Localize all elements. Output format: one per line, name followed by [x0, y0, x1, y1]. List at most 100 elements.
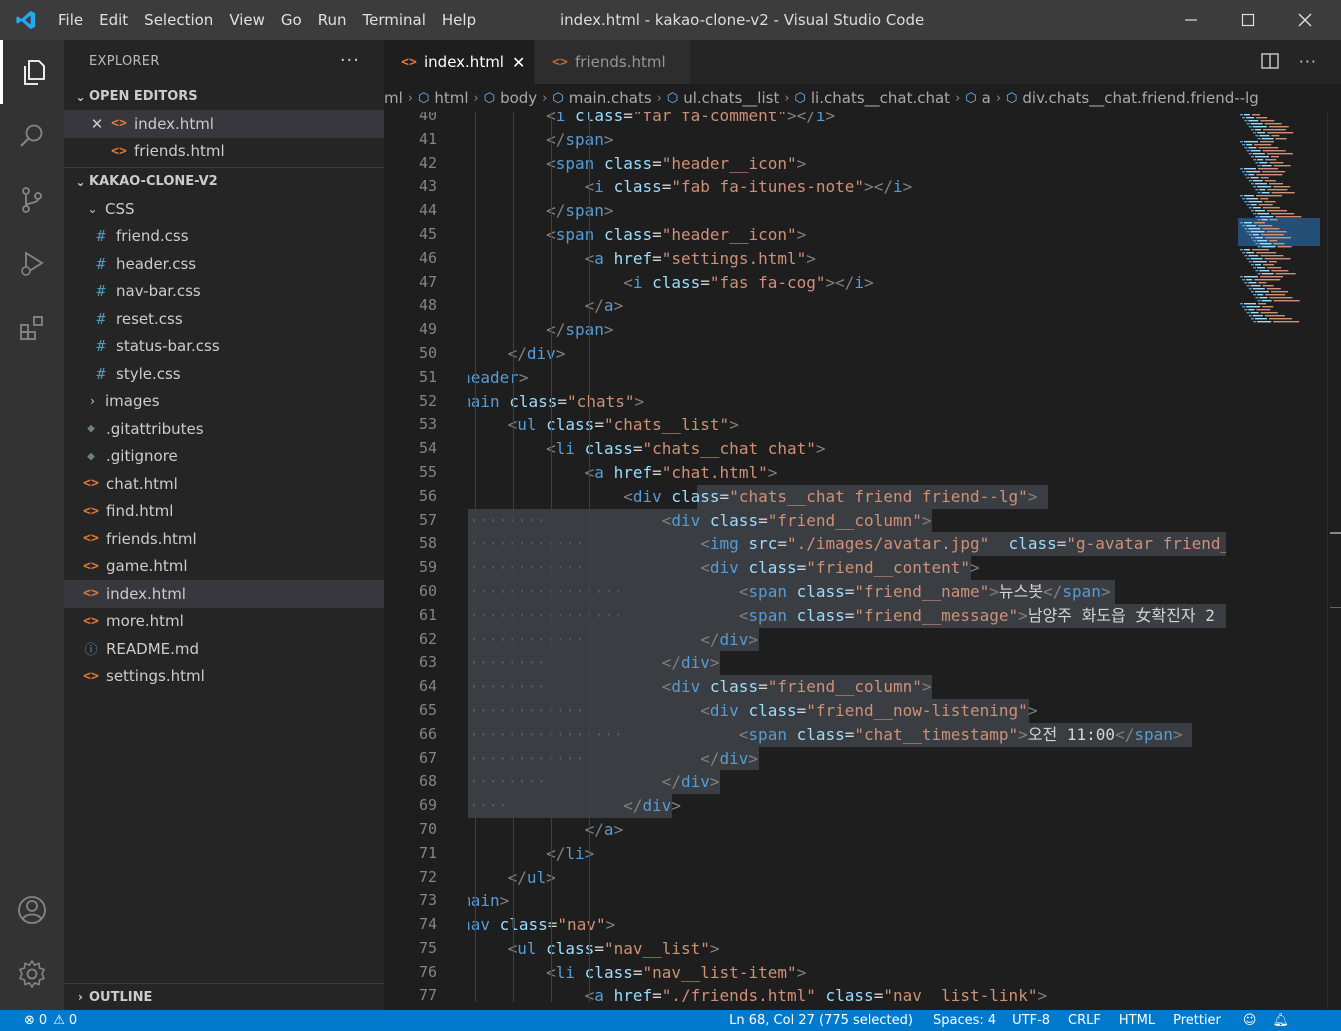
run-debug-activity[interactable] — [0, 232, 64, 296]
code-line[interactable]: main class="chats"> — [468, 390, 1226, 414]
feedback-icon[interactable]: ☺ — [1243, 1013, 1257, 1028]
breadcrumb-item[interactable]: a — [982, 89, 991, 107]
minimap[interactable] — [1230, 112, 1326, 1010]
file-item[interactable]: # reset.css — [64, 305, 384, 333]
explorer-activity[interactable] — [0, 40, 64, 104]
menu-view[interactable]: View — [221, 0, 273, 40]
code-line[interactable]: nav class="nav"> — [468, 913, 1226, 937]
warning-count[interactable]: 0 — [69, 1013, 77, 1028]
breadcrumb-item[interactable]: html — [434, 89, 468, 107]
menu-go[interactable]: Go — [273, 0, 310, 40]
menu-run[interactable]: Run — [310, 0, 355, 40]
file-item[interactable]: # nav-bar.css — [64, 278, 384, 306]
end-of-line[interactable]: CRLF — [1068, 1013, 1101, 1028]
search-activity[interactable] — [0, 104, 64, 168]
code-line[interactable]: ···················· <div class="friend_… — [468, 698, 1226, 723]
code-line[interactable]: </ul> — [468, 866, 1226, 890]
code-line[interactable]: ················ </div> — [468, 770, 1226, 795]
breadcrumb-item[interactable]: ml — [384, 89, 403, 107]
error-icon[interactable]: ⊗ — [24, 1013, 35, 1028]
warning-icon[interactable]: ⚠ — [53, 1013, 65, 1028]
file-item[interactable]: # style.css — [64, 360, 384, 388]
menu-terminal[interactable]: Terminal — [355, 0, 434, 40]
file-item[interactable]: <> game.html — [64, 553, 384, 581]
tab-index-html[interactable]: <> index.html ✕ — [384, 40, 534, 84]
code-line[interactable]: ················ <div class="friend__col… — [468, 675, 1226, 699]
cursor-position[interactable]: Ln 68, Col 27 (775 selected) — [729, 1013, 913, 1028]
code-line[interactable]: </a> — [468, 294, 1226, 318]
code-line[interactable]: main> — [468, 889, 1226, 913]
file-item[interactable]: # friend.css — [64, 223, 384, 251]
error-count[interactable]: 0 — [39, 1013, 47, 1028]
code-line[interactable]: ················ </div> — [468, 651, 1226, 676]
vertical-scrollbar[interactable] — [1327, 112, 1341, 1010]
close-tab-icon[interactable]: ✕ — [512, 53, 525, 72]
file-item[interactable]: <> find.html — [64, 498, 384, 526]
close-window-button[interactable] — [1276, 0, 1334, 40]
encoding[interactable]: UTF-8 — [1012, 1013, 1050, 1028]
code-line[interactable]: <i class="fab fa-itunes-note"></i> — [468, 175, 1226, 199]
code-line[interactable]: ···················· </div> — [468, 627, 1226, 652]
file-item[interactable]: # header.css — [64, 250, 384, 278]
code-line[interactable]: ···················· </div> — [468, 746, 1226, 771]
code-line[interactable]: <ul class="chats__list"> — [468, 413, 1226, 437]
code-line[interactable]: <li class="chats__chat chat"> — [468, 437, 1226, 461]
breadcrumb-item[interactable]: ul.chats__list — [683, 89, 779, 107]
code-line[interactable]: <span class="header__icon"> — [468, 223, 1226, 247]
outline-section[interactable]: › OUTLINE — [64, 983, 384, 1010]
file-item[interactable]: ◆ .gitignore — [64, 443, 384, 471]
code-line[interactable]: <ul class="nav__list"> — [468, 937, 1226, 961]
file-item[interactable]: ⓘ README.md — [64, 635, 384, 663]
file-item[interactable]: <> more.html — [64, 608, 384, 636]
more-actions-icon[interactable]: ··· — [340, 50, 360, 71]
prettier-status[interactable]: Prettier — [1173, 1013, 1221, 1028]
code-line[interactable]: ············ </div> — [468, 794, 1226, 818]
code-line[interactable]: <a href="./friends.html" class="nav__lis… — [468, 984, 1226, 1002]
code-line[interactable]: <i class="fas fa-cog"></i> — [468, 271, 1226, 295]
open-editor-item[interactable]: ✕ <> index.html — [64, 110, 384, 138]
breadcrumb-item[interactable]: main.chats — [569, 89, 652, 107]
extensions-activity[interactable] — [0, 296, 64, 360]
code-line[interactable]: </div> — [468, 342, 1226, 366]
menu-edit[interactable]: Edit — [91, 0, 136, 40]
open-editors-section[interactable]: ⌄ OPEN EDITORS — [64, 83, 384, 110]
menu-selection[interactable]: Selection — [136, 0, 221, 40]
folder-item-images[interactable]: › images — [64, 388, 384, 416]
language-mode[interactable]: HTML — [1119, 1013, 1155, 1028]
code-area[interactable]: <i class="far fa-comment"></i> </span> <… — [468, 112, 1226, 1002]
code-line[interactable]: header> — [468, 366, 1226, 390]
code-line[interactable]: <i class="far fa-comment"></i> — [468, 112, 1226, 128]
source-control-activity[interactable] — [0, 168, 64, 232]
file-item[interactable]: <> friends.html — [64, 525, 384, 553]
code-line[interactable]: <li class="nav__list-item"> — [468, 961, 1226, 985]
file-item[interactable]: ◆ .gitattributes — [64, 415, 384, 443]
code-line[interactable]: <a href="chat.html"> — [468, 461, 1226, 485]
code-line[interactable]: <a href="settings.html"> — [468, 247, 1226, 271]
breadcrumb-item[interactable]: li.chats__chat.chat — [811, 89, 950, 107]
manage-activity[interactable] — [0, 942, 64, 1006]
code-line[interactable]: </span> — [468, 199, 1226, 223]
file-item-selected[interactable]: <> index.html — [64, 580, 384, 608]
code-line[interactable]: </li> — [468, 842, 1226, 866]
breadcrumb-item[interactable]: body — [500, 89, 537, 107]
menu-file[interactable]: File — [50, 0, 91, 40]
code-line[interactable]: <div class="chats__chat friend friend--l… — [468, 484, 1226, 509]
code-line[interactable]: ························ <span class="fr… — [468, 579, 1226, 604]
minimize-button[interactable] — [1162, 0, 1220, 40]
file-item[interactable]: <> settings.html — [64, 663, 384, 691]
code-editor[interactable]: 40 41 42 43 44 45 46 47 48 49 50 51 52 53 54 55 56 57 58 59… — [384, 112, 1341, 1010]
code-line[interactable]: </span> — [468, 318, 1226, 342]
menu-help[interactable]: Help — [434, 0, 484, 40]
notifications-bell-icon[interactable]: 🔔︎ — [1272, 1013, 1289, 1028]
file-item[interactable]: # status-bar.css — [64, 333, 384, 361]
indentation[interactable]: Spaces: 4 — [933, 1013, 996, 1028]
code-line[interactable]: ················ <div class="friend__col… — [468, 508, 1226, 533]
accounts-activity[interactable] — [0, 878, 64, 942]
breadcrumb-item[interactable]: div.chats__chat.friend.friend--lg — [1022, 89, 1258, 107]
code-line[interactable]: </a> — [468, 818, 1226, 842]
code-line[interactable]: </span> — [468, 128, 1226, 152]
code-line[interactable]: <span class="header__icon"> — [468, 152, 1226, 176]
tab-friends-html[interactable]: <> friends.html — [535, 40, 690, 84]
open-editor-item[interactable]: <> friends.html — [64, 138, 384, 166]
maximize-button[interactable] — [1219, 0, 1277, 40]
